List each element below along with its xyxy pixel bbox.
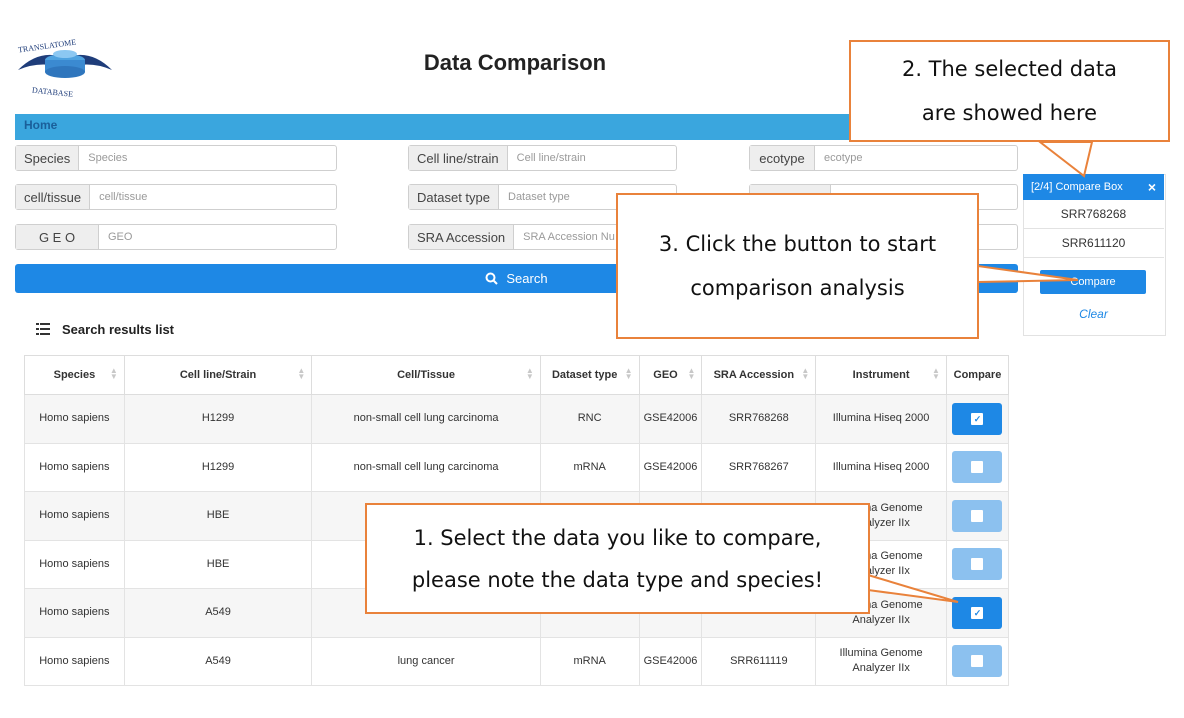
- callout-compare-button: 3. Click the button to start comparison a…: [616, 193, 979, 339]
- callout-selected-data: 2. The selected data are showed here: [849, 40, 1170, 142]
- callout-select-data: 1. Select the data you like to compare, p…: [365, 503, 870, 614]
